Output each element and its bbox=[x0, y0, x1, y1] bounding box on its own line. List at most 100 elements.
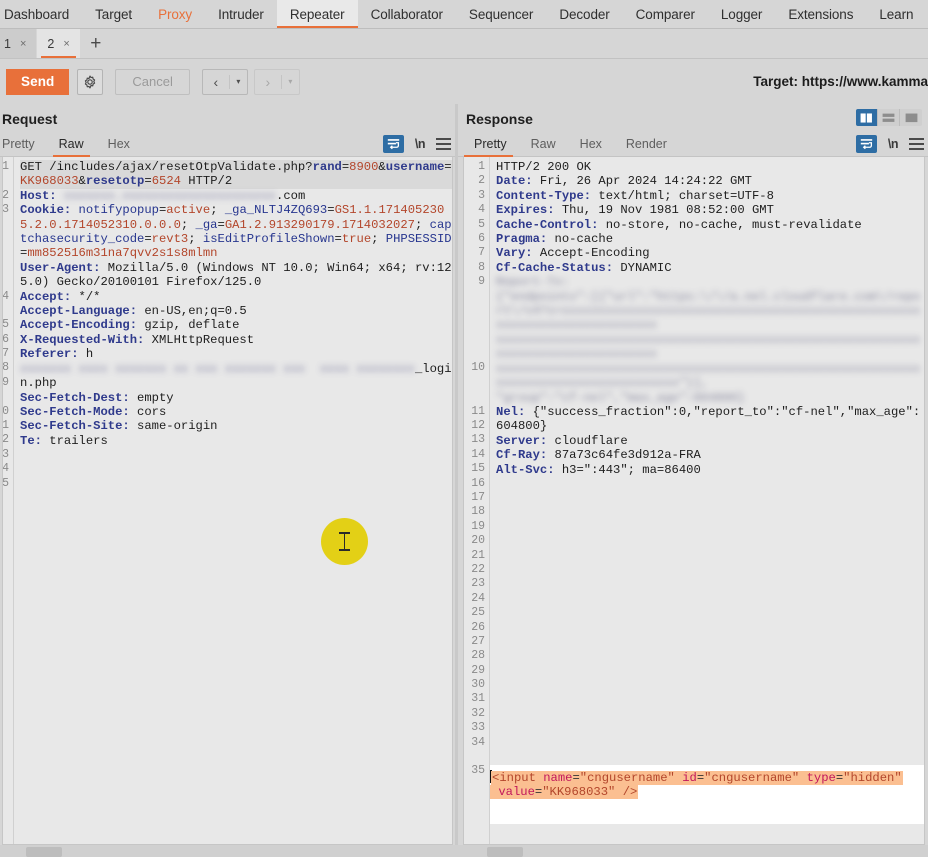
repeater-tab-1[interactable]: 1 × bbox=[0, 29, 37, 58]
code-token: GA1.2.913290179.1714032027 bbox=[224, 217, 415, 232]
line-number: 11 bbox=[2, 419, 9, 433]
response-code-line bbox=[496, 491, 924, 505]
request-pane: Request Pretty Raw Hex \n 1 2 3 4 5 6 7 … bbox=[0, 104, 455, 857]
request-editor-icons: \n bbox=[382, 135, 451, 153]
close-icon[interactable]: × bbox=[63, 38, 69, 50]
word-wrap-icon[interactable] bbox=[382, 135, 404, 153]
add-tab-button[interactable]: + bbox=[81, 29, 111, 58]
response-code-line: Vary: Accept-Encoding bbox=[496, 246, 924, 260]
main-tab-proxy[interactable]: Proxy bbox=[145, 0, 205, 28]
code-token: 8900 bbox=[349, 160, 379, 174]
main-tab-collaborator[interactable]: Collaborator bbox=[358, 0, 456, 28]
code-token: Accept-Language: bbox=[20, 304, 145, 319]
code-token: username bbox=[385, 160, 445, 174]
send-button[interactable]: Send bbox=[6, 68, 70, 95]
single-pane-icon[interactable] bbox=[900, 109, 922, 126]
line-number: 22 bbox=[471, 562, 485, 576]
back-caret-icon[interactable]: ▾ bbox=[230, 70, 247, 94]
code-token: ; bbox=[371, 232, 386, 247]
request-scrollbar-thumb[interactable] bbox=[26, 847, 62, 857]
request-code-line: Te: trailers bbox=[20, 434, 452, 448]
newline-toggle-icon[interactable]: \n bbox=[415, 137, 426, 151]
line-number: 20 bbox=[471, 534, 485, 548]
newline-toggle-icon[interactable]: \n bbox=[888, 137, 899, 151]
response-scrollbar-thumb[interactable] bbox=[487, 847, 523, 857]
code-token: isEditProfileShown bbox=[202, 232, 335, 247]
request-view-tabs[interactable]: Pretty Raw Hex \n bbox=[0, 131, 455, 157]
close-icon[interactable]: × bbox=[20, 38, 26, 50]
repeater-tab-2[interactable]: 2 × bbox=[37, 29, 80, 58]
code-token: Vary: bbox=[496, 246, 540, 261]
code-token: Host: bbox=[20, 188, 64, 203]
code-token: ; bbox=[414, 217, 430, 232]
redacted-text: Report-To: bbox=[496, 275, 570, 290]
main-tab-target[interactable]: Target bbox=[82, 0, 145, 28]
response-editor[interactable]: 1 2 3 4 5 6 7 8 9 10 11 12 13 14 15 16 17 18 19 20 21 22 23 24 2… bbox=[463, 157, 925, 845]
go-forward-group[interactable]: › ▾ bbox=[253, 68, 300, 95]
forward-arrow-icon[interactable]: › bbox=[255, 70, 281, 94]
repeater-tab-strip[interactable]: 1 × 2 × + bbox=[0, 29, 928, 59]
main-tab-dashboard[interactable]: Dashboard bbox=[0, 0, 82, 28]
split-vertical-icon[interactable] bbox=[856, 109, 878, 126]
main-tab-extensions[interactable]: Extensions bbox=[775, 0, 866, 28]
code-token: resetotp bbox=[85, 174, 145, 189]
request-view-tab-hex[interactable]: Hex bbox=[96, 137, 142, 156]
hamburger-menu-icon[interactable] bbox=[436, 138, 451, 150]
line-number: 5 bbox=[478, 217, 485, 231]
repeater-action-bar: Send Cancel ‹ ▾ › ▾ Target: https://www.… bbox=[0, 59, 928, 104]
line-number-continuation bbox=[464, 750, 485, 764]
back-arrow-icon[interactable]: ‹ bbox=[203, 70, 229, 94]
line-number-continuation bbox=[464, 376, 485, 390]
line-number: 15 bbox=[2, 476, 9, 490]
main-tab-logger[interactable]: Logger bbox=[708, 0, 775, 28]
word-wrap-icon[interactable] bbox=[855, 135, 877, 153]
line-number: 32 bbox=[471, 706, 485, 720]
main-tab-bar[interactable]: Dashboard Target Proxy Intruder Repeater Coll… bbox=[0, 0, 928, 29]
request-view-tab-raw[interactable]: Raw bbox=[47, 137, 96, 157]
code-token: XMLHttpRequest bbox=[151, 332, 255, 347]
response-code-line bbox=[496, 607, 924, 621]
main-tab-comparer[interactable]: Comparer bbox=[623, 0, 708, 28]
main-tab-decoder[interactable]: Decoder bbox=[546, 0, 622, 28]
code-token: Nel: bbox=[496, 404, 533, 419]
request-editor[interactable]: 123456789101112131415 GET /includes/ajax… bbox=[2, 157, 453, 845]
response-view-tab-hex[interactable]: Hex bbox=[568, 137, 614, 156]
code-token: HTTP/2 bbox=[180, 174, 233, 189]
go-back-group[interactable]: ‹ ▾ bbox=[201, 68, 248, 95]
main-tab-intruder[interactable]: Intruder bbox=[205, 0, 277, 28]
gear-icon[interactable] bbox=[77, 68, 104, 95]
code-token: Cf-Cache-Status: bbox=[496, 260, 621, 275]
split-horizontal-icon[interactable] bbox=[878, 109, 900, 126]
main-tab-sequencer[interactable]: Sequencer bbox=[456, 0, 546, 28]
line-number: 10 bbox=[2, 404, 9, 418]
line-number: 14 bbox=[471, 447, 485, 461]
code-token: Expires: bbox=[496, 203, 562, 218]
request-code-line: Accept-Language: en-US,en;q=0.5 bbox=[20, 304, 452, 318]
main-tab-learn[interactable]: Learn bbox=[866, 0, 926, 28]
mouse-cursor-highlight bbox=[321, 518, 368, 565]
request-body[interactable]: GET /includes/ajax/resetOtpValidate.php?… bbox=[14, 157, 452, 844]
response-code-line: Pragma: no-cache bbox=[496, 232, 924, 246]
redacted-text: xxxxxxx xxxx xxxxxxx xx xxx xxxxxxx xxx … bbox=[20, 361, 415, 376]
code-token: Date: bbox=[496, 174, 540, 189]
code-token: .com bbox=[276, 188, 306, 203]
code-token: Referer: bbox=[20, 347, 86, 362]
response-view-tab-raw[interactable]: Raw bbox=[519, 137, 568, 156]
bottom-scrollbar-bar[interactable] bbox=[0, 845, 928, 857]
main-tab-repeater[interactable]: Repeater bbox=[276, 0, 358, 28]
line-number-continuation bbox=[464, 318, 485, 332]
forward-caret-icon[interactable]: ▾ bbox=[282, 70, 299, 94]
response-view-tab-pretty[interactable]: Pretty bbox=[458, 137, 519, 157]
response-body[interactable]: HTTP/2 200 OK Date: Fri, 26 Apr 2024 14:2… bbox=[490, 157, 924, 844]
response-code-line bbox=[496, 751, 924, 765]
highlighted-match-block[interactable]: <input name="cngusername" id="cngusernam… bbox=[490, 765, 924, 806]
code-token: & bbox=[78, 174, 86, 189]
layout-toggle-group[interactable] bbox=[856, 109, 922, 126]
response-view-tab-render[interactable]: Render bbox=[614, 137, 679, 156]
cancel-button[interactable]: Cancel bbox=[115, 68, 190, 95]
hamburger-menu-icon[interactable] bbox=[909, 138, 924, 150]
response-code-line: Server: cloudflare bbox=[496, 434, 924, 448]
response-code-line: Expires: Thu, 19 Nov 1981 08:52:00 GMT bbox=[496, 203, 924, 217]
request-view-tab-pretty[interactable]: Pretty bbox=[0, 137, 47, 156]
response-view-tabs[interactable]: Pretty Raw Hex Render \n bbox=[458, 131, 928, 157]
